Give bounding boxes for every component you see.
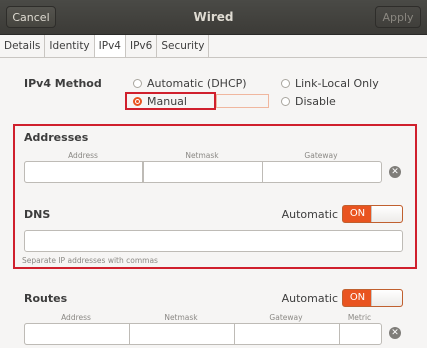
route-metric-input[interactable] xyxy=(339,323,382,345)
netmask-input[interactable] xyxy=(143,161,263,183)
radio-link-local-label: Link-Local Only xyxy=(295,77,379,90)
tab-bar: Details Identity IPv4 IPv6 Security xyxy=(0,35,427,58)
radio-dhcp-label: Automatic (DHCP) xyxy=(147,77,247,90)
gateway-input[interactable] xyxy=(262,161,382,183)
radio-dhcp-indicator[interactable] xyxy=(133,79,142,88)
routes-col-gateway: Gateway xyxy=(269,313,303,322)
dns-automatic-switch[interactable]: ON xyxy=(342,205,403,223)
radio-disable-label: Disable xyxy=(295,95,336,108)
dns-switch-on-text: ON xyxy=(349,208,366,219)
delete-route-icon[interactable]: ✕ xyxy=(389,327,401,339)
routes-col-netmask: Netmask xyxy=(164,313,198,322)
tab-ipv6[interactable]: IPv6 xyxy=(125,35,158,57)
radio-link-local[interactable]: Link-Local Only xyxy=(281,77,379,90)
apply-button[interactable]: Apply xyxy=(375,6,421,28)
tab-ipv4[interactable]: IPv4 xyxy=(94,35,126,57)
routes-switch-on-text: ON xyxy=(349,292,366,303)
manual-focus-outline xyxy=(216,94,269,108)
routes-col-metric: Metric xyxy=(347,313,372,322)
routes-switch-knob[interactable] xyxy=(371,290,402,306)
delete-address-icon[interactable]: ✕ xyxy=(389,166,401,178)
addresses-label: Addresses xyxy=(24,131,89,144)
route-address-input[interactable] xyxy=(24,323,130,345)
addresses-col-netmask: Netmask xyxy=(185,151,219,160)
addresses-col-address: Address xyxy=(68,151,98,160)
tab-security[interactable]: Security xyxy=(157,35,210,57)
addresses-col-gateway: Gateway xyxy=(304,151,338,160)
routes-automatic-switch[interactable]: ON xyxy=(342,289,403,307)
tab-bar-filler xyxy=(209,35,427,57)
tab-details[interactable]: Details xyxy=(0,35,46,57)
manual-highlight-box xyxy=(125,92,216,110)
routes-col-address: Address xyxy=(61,313,91,322)
routes-automatic-label: Automatic xyxy=(281,292,338,305)
route-netmask-input[interactable] xyxy=(129,323,235,345)
radio-link-local-indicator[interactable] xyxy=(281,79,290,88)
dns-switch-knob[interactable] xyxy=(371,206,402,222)
dns-automatic-label: Automatic xyxy=(281,208,338,221)
tab-identity[interactable]: Identity xyxy=(45,35,95,57)
title-bar: Cancel Wired Apply xyxy=(0,0,427,35)
radio-automatic-dhcp[interactable]: Automatic (DHCP) xyxy=(133,77,247,90)
radio-disable-indicator[interactable] xyxy=(281,97,290,106)
dns-label: DNS xyxy=(24,208,51,221)
routes-row xyxy=(24,323,382,345)
window-title: Wired xyxy=(193,10,234,24)
dns-hint: Separate IP addresses with commas xyxy=(22,256,158,265)
radio-disable[interactable]: Disable xyxy=(281,95,336,108)
dns-input[interactable] xyxy=(24,230,403,252)
route-gateway-input[interactable] xyxy=(234,323,340,345)
routes-label: Routes xyxy=(24,292,68,305)
ipv4-method-label: IPv4 Method xyxy=(24,77,102,90)
address-input[interactable] xyxy=(24,161,143,183)
addresses-row xyxy=(24,161,382,183)
